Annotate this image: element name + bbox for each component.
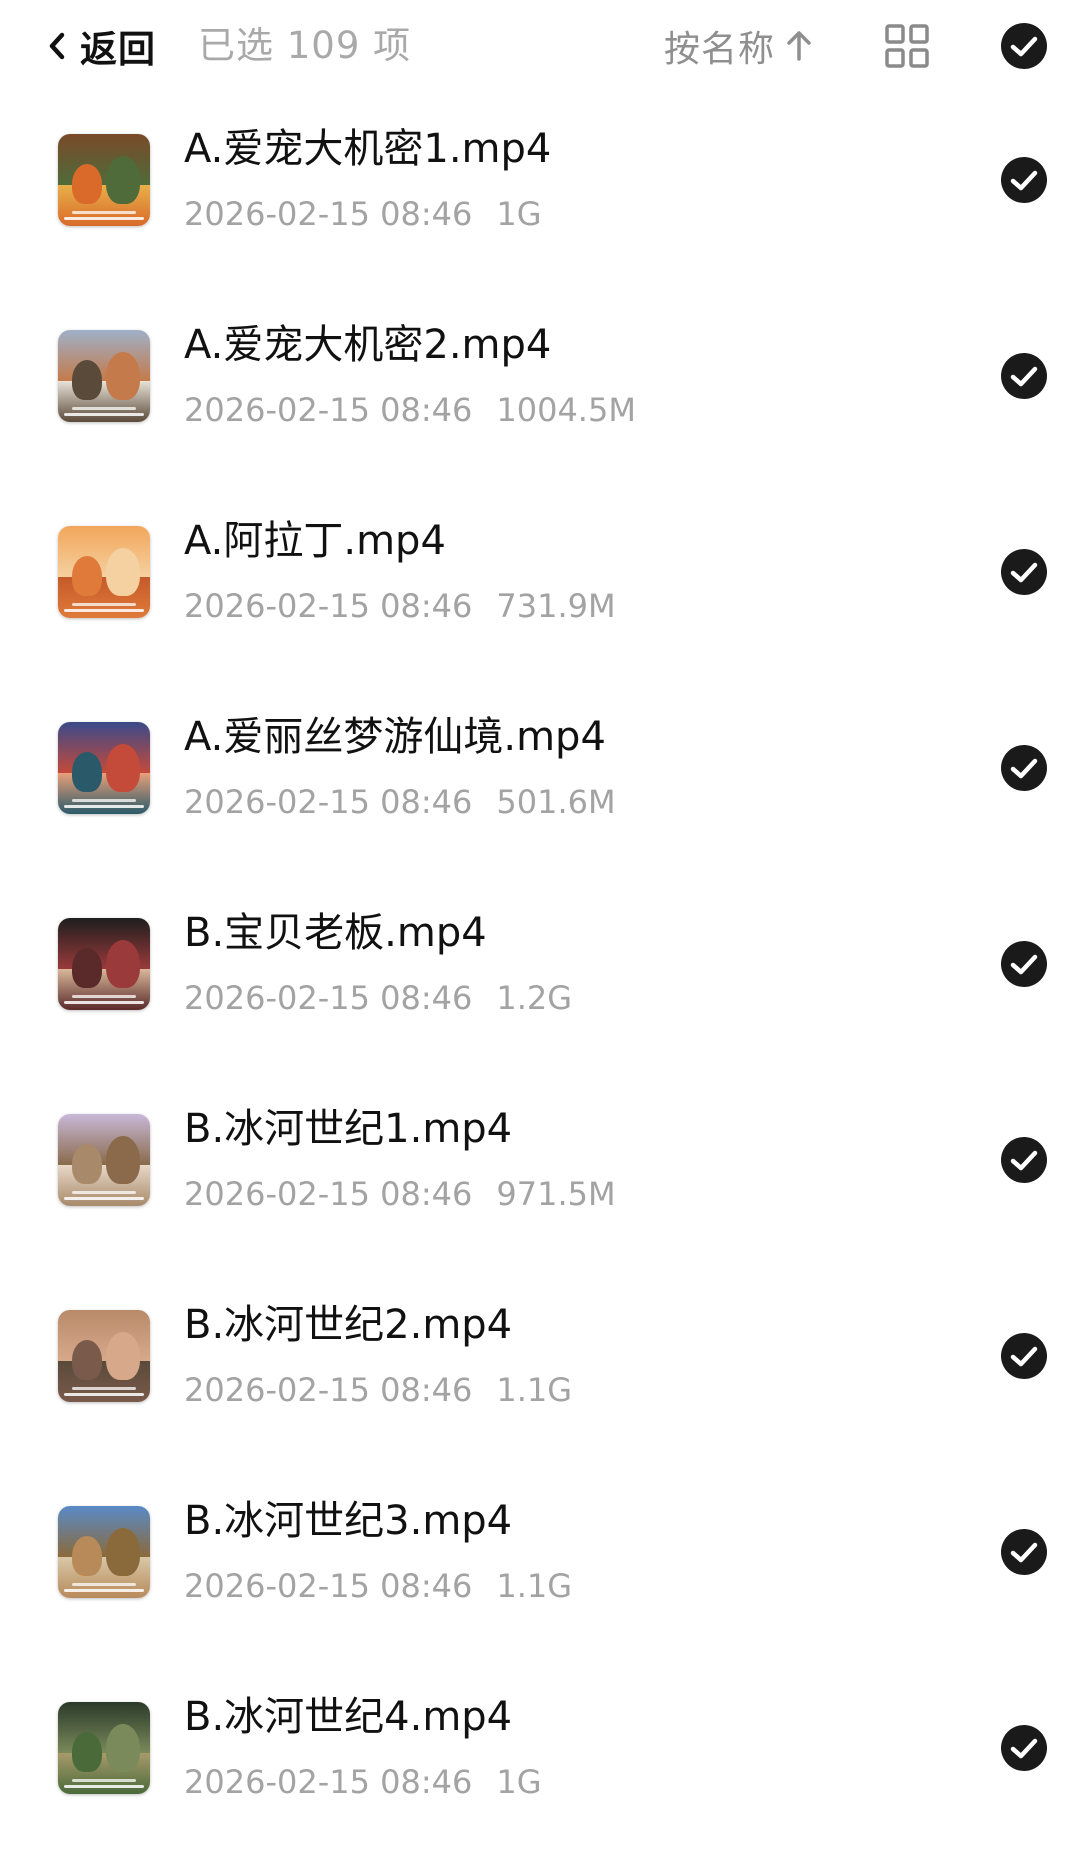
file-row[interactable]: A.阿拉丁.mp4 2026-02-15 08:46 731.9M xyxy=(0,502,1080,698)
row-select-toggle[interactable] xyxy=(1000,744,1048,792)
file-size: 1.1G xyxy=(496,1371,573,1409)
file-date: 2026-02-15 08:46 xyxy=(184,1567,473,1605)
file-size: 1.1G xyxy=(496,1567,573,1605)
video-thumbnail xyxy=(58,526,150,618)
file-name: B.宝贝老板.mp4 xyxy=(184,910,487,956)
video-thumbnail xyxy=(58,722,150,814)
video-thumbnail xyxy=(58,1506,150,1598)
file-date: 2026-02-15 08:46 xyxy=(184,979,473,1017)
sort-by-name-button[interactable]: 按名称 xyxy=(664,20,813,72)
file-row[interactable]: B.冰河世纪1.mp4 2026-02-15 08:46 971.5M xyxy=(0,1090,1080,1286)
file-row[interactable]: B.冰河世纪2.mp4 2026-02-15 08:46 1.1G xyxy=(0,1286,1080,1482)
file-name: B.冰河世纪1.mp4 xyxy=(184,1106,513,1152)
back-button[interactable]: 返回 xyxy=(44,18,156,74)
row-select-toggle[interactable] xyxy=(1000,156,1048,204)
check-circle-icon xyxy=(1001,941,1047,987)
check-circle-icon xyxy=(1001,1529,1047,1575)
back-label: 返回 xyxy=(80,28,156,71)
file-meta: 2026-02-15 08:46 1.2G xyxy=(184,976,572,1020)
video-thumbnail xyxy=(58,1114,150,1206)
file-size: 731.9M xyxy=(496,587,616,625)
file-name: B.冰河世纪2.mp4 xyxy=(184,1302,513,1348)
file-size: 971.5M xyxy=(496,1175,616,1213)
row-select-toggle[interactable] xyxy=(1000,940,1048,988)
check-circle-icon xyxy=(1001,1725,1047,1771)
file-name: A.爱宠大机密2.mp4 xyxy=(184,322,552,368)
file-name: A.爱宠大机密1.mp4 xyxy=(184,126,552,172)
file-row[interactable]: A.爱丽丝梦游仙境.mp4 2026-02-15 08:46 501.6M xyxy=(0,698,1080,894)
file-size: 501.6M xyxy=(496,783,616,821)
check-circle-icon xyxy=(1001,745,1047,791)
selected-count: 已选 109 项 xyxy=(198,24,412,67)
file-row[interactable]: A.爱宠大机密2.mp4 2026-02-15 08:46 1004.5M xyxy=(0,306,1080,502)
file-size: 1.2G xyxy=(496,979,573,1017)
file-list: A.爱宠大机密1.mp4 2026-02-15 08:46 1G A.爱宠大机密2… xyxy=(0,110,1080,1874)
file-date: 2026-02-15 08:46 xyxy=(184,783,473,821)
grid-view-icon[interactable] xyxy=(883,22,931,70)
sort-label: 按名称 xyxy=(664,29,776,70)
check-circle-icon xyxy=(1001,157,1047,203)
video-thumbnail xyxy=(58,1702,150,1794)
file-name: A.爱丽丝梦游仙境.mp4 xyxy=(184,714,606,760)
check-circle-icon xyxy=(1001,353,1047,399)
file-row[interactable]: A.爱宠大机密1.mp4 2026-02-15 08:46 1G xyxy=(0,110,1080,306)
arrow-up-icon xyxy=(787,31,811,61)
row-select-toggle[interactable] xyxy=(1000,1528,1048,1576)
row-select-toggle[interactable] xyxy=(1000,548,1048,596)
file-size: 1G xyxy=(496,1763,542,1801)
file-size: 1G xyxy=(496,195,542,233)
chevron-left-icon xyxy=(49,32,65,60)
check-circle-icon xyxy=(1001,1137,1047,1183)
select-all-toggle[interactable] xyxy=(1000,22,1048,70)
video-thumbnail xyxy=(58,918,150,1010)
file-date: 2026-02-15 08:46 xyxy=(184,1371,473,1409)
file-name: B.冰河世纪4.mp4 xyxy=(184,1694,513,1740)
top-bar: 返回 已选 109 项 按名称 xyxy=(0,0,1080,92)
file-name: A.阿拉丁.mp4 xyxy=(184,518,446,564)
file-meta: 2026-02-15 08:46 731.9M xyxy=(184,584,616,628)
check-circle-icon xyxy=(1001,1333,1047,1379)
file-date: 2026-02-15 08:46 xyxy=(184,391,473,429)
check-circle-icon xyxy=(1001,549,1047,595)
row-select-toggle[interactable] xyxy=(1000,352,1048,400)
file-size: 1004.5M xyxy=(496,391,636,429)
file-date: 2026-02-15 08:46 xyxy=(184,1763,473,1801)
file-meta: 2026-02-15 08:46 1.1G xyxy=(184,1564,572,1608)
file-meta: 2026-02-15 08:46 501.6M xyxy=(184,780,616,824)
row-select-toggle[interactable] xyxy=(1000,1332,1048,1380)
row-select-toggle[interactable] xyxy=(1000,1136,1048,1184)
video-thumbnail xyxy=(58,330,150,422)
file-meta: 2026-02-15 08:46 1.1G xyxy=(184,1368,572,1412)
file-date: 2026-02-15 08:46 xyxy=(184,1175,473,1213)
file-date: 2026-02-15 08:46 xyxy=(184,587,473,625)
file-meta: 2026-02-15 08:46 1G xyxy=(184,1760,542,1804)
row-select-toggle[interactable] xyxy=(1000,1724,1048,1772)
file-meta: 2026-02-15 08:46 1004.5M xyxy=(184,388,636,432)
file-meta: 2026-02-15 08:46 971.5M xyxy=(184,1172,616,1216)
file-row[interactable]: B.冰河世纪4.mp4 2026-02-15 08:46 1G xyxy=(0,1678,1080,1874)
file-name: B.冰河世纪3.mp4 xyxy=(184,1498,513,1544)
video-thumbnail xyxy=(58,1310,150,1402)
file-row[interactable]: B.冰河世纪3.mp4 2026-02-15 08:46 1.1G xyxy=(0,1482,1080,1678)
file-meta: 2026-02-15 08:46 1G xyxy=(184,192,542,236)
check-circle-icon xyxy=(1001,23,1047,69)
video-thumbnail xyxy=(58,134,150,226)
file-date: 2026-02-15 08:46 xyxy=(184,195,473,233)
file-row[interactable]: B.宝贝老板.mp4 2026-02-15 08:46 1.2G xyxy=(0,894,1080,1090)
